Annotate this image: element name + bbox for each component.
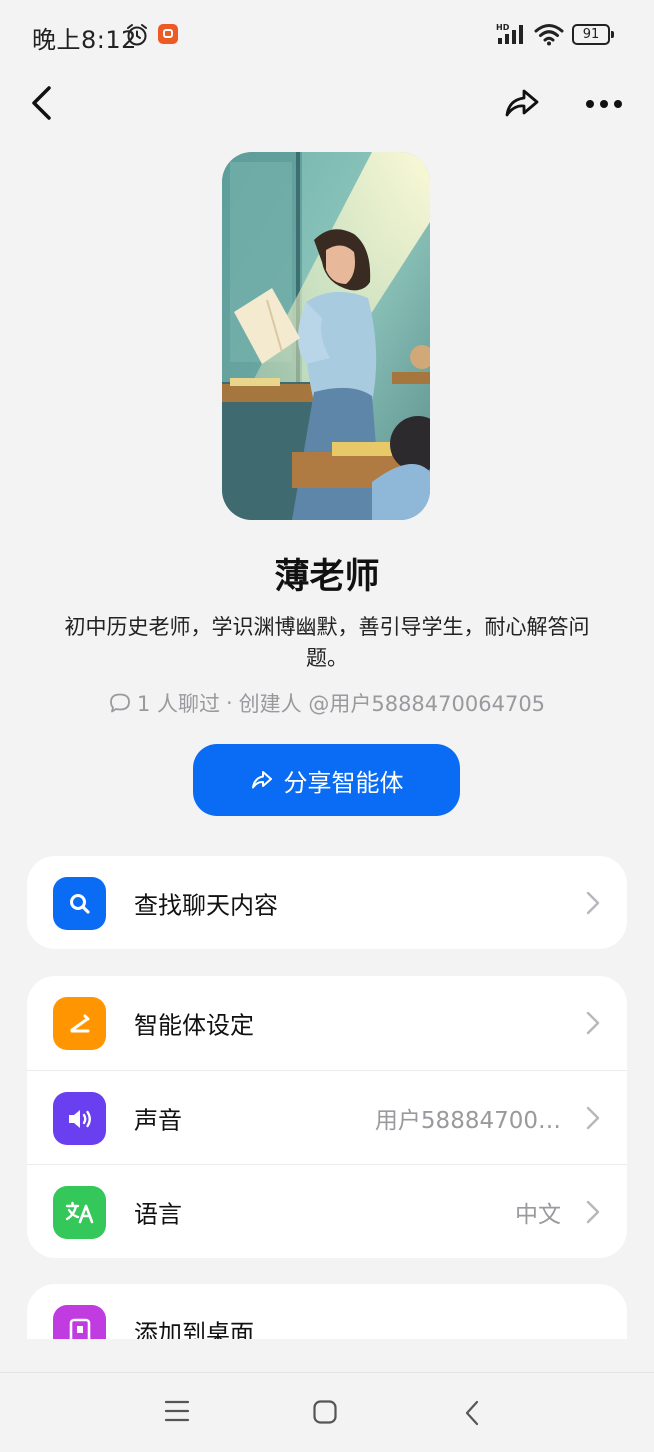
desktop-card: 添加到桌面: [27, 1284, 627, 1339]
language-value: 中文: [515, 1201, 561, 1228]
share-icon: [251, 771, 272, 789]
share-agent-label: 分享智能体: [283, 768, 404, 797]
desktop-shortcut-icon: [53, 1305, 106, 1339]
bot-name: 薄老师: [274, 557, 380, 597]
menu-icon[interactable]: [164, 1399, 190, 1423]
voice-label: 声音: [134, 1106, 182, 1134]
svg-text:HD: HD: [496, 23, 510, 32]
avatar: [222, 152, 430, 520]
battery-icon: 91: [572, 24, 614, 45]
language-label: 语言: [134, 1200, 182, 1228]
translate-icon: [53, 1186, 106, 1239]
share-agent-button[interactable]: 分享智能体: [193, 744, 460, 816]
battery-level: 91: [572, 24, 610, 45]
agent-settings-label: 智能体设定: [134, 1011, 254, 1040]
agent-settings-row[interactable]: 智能体设定: [27, 976, 627, 1070]
chevron-right-icon: [586, 1011, 600, 1035]
system-nav-bar: [0, 1372, 654, 1452]
signal-icon: HD: [496, 23, 523, 44]
chevron-right-icon: [586, 1106, 600, 1129]
add-to-desktop-row[interactable]: 添加到桌面: [27, 1284, 627, 1339]
alarm-icon: [127, 24, 147, 46]
search-icon: [53, 877, 106, 930]
share-icon[interactable]: [502, 84, 542, 124]
voice-row[interactable]: 声音 用户58884700…: [27, 1070, 627, 1164]
more-options-button[interactable]: [584, 90, 624, 118]
settings-card: 智能体设定 声音 用户58884700… 语言 中文: [27, 976, 627, 1258]
add-to-desktop-label: 添加到桌面: [134, 1319, 254, 1340]
search-chat-row[interactable]: 查找聊天内容: [27, 856, 627, 949]
wifi-icon: [534, 24, 564, 46]
speaker-icon: [53, 1092, 106, 1145]
back-icon[interactable]: [462, 1399, 482, 1427]
search-card: 查找聊天内容: [27, 856, 627, 949]
home-icon[interactable]: [312, 1399, 338, 1425]
chat-count: 1 人聊过: [136, 692, 220, 716]
creator-label[interactable]: 创建人 @用户5888470064705: [239, 688, 545, 718]
chevron-right-icon: [586, 891, 600, 914]
scroll-clip: 添加到桌面: [0, 1284, 654, 1339]
voice-value: 用户58884700…: [374, 1107, 561, 1134]
meta-separator: ·: [225, 691, 233, 715]
pencil-icon: [53, 997, 106, 1050]
meta-line: 1 人聊过 · 创建人 @用户5888470064705: [0, 688, 654, 718]
chevron-right-icon: [586, 1200, 600, 1223]
language-row[interactable]: 语言 中文: [27, 1164, 627, 1258]
bot-description: 初中历史老师，学识渊博幽默，善引导学生，耐心解答问题。: [64, 615, 590, 670]
chat-bubble-icon: [110, 693, 130, 713]
status-bar: 晚上8:12 HD 91: [0, 0, 654, 68]
search-chat-label: 查找聊天内容: [134, 891, 278, 919]
back-button[interactable]: [24, 84, 64, 124]
app-notification-icon: [158, 24, 178, 44]
status-time: 晚上8:12: [32, 26, 137, 54]
